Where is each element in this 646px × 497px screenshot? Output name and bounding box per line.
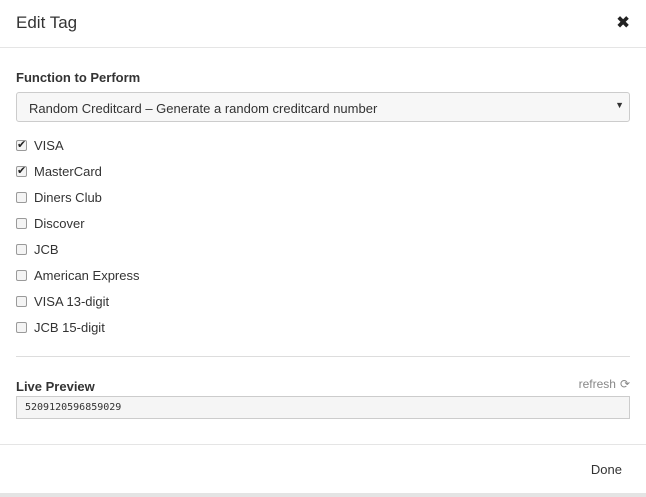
function-select-value: Random Creditcard – Generate a random cr…: [29, 101, 378, 116]
card-option-label: JCB: [34, 242, 59, 257]
divider: [16, 356, 630, 357]
check-icon: ✔: [17, 139, 27, 151]
diners-club-checkbox[interactable]: [16, 192, 27, 203]
edit-tag-modal: Edit Tag ✖ Function to Perform Random Cr…: [0, 0, 646, 493]
refresh-button[interactable]: refresh ⟳: [579, 377, 630, 391]
american-express-checkbox[interactable]: [16, 270, 27, 281]
card-option-label: JCB 15-digit: [34, 320, 105, 335]
jcb-checkbox[interactable]: [16, 244, 27, 255]
card-option-label: American Express: [34, 268, 140, 283]
live-preview-value: 5209120596859029: [25, 402, 122, 413]
close-icon[interactable]: ✖: [616, 13, 630, 33]
function-select[interactable]: Random Creditcard – Generate a random cr…: [16, 92, 630, 122]
check-icon: ✔: [17, 165, 27, 177]
caret-down-icon: ▼: [615, 100, 624, 110]
modal-header: Edit Tag ✖: [0, 0, 646, 48]
visa-13-digit-checkbox[interactable]: [16, 296, 27, 307]
card-option-label: MasterCard: [34, 164, 102, 179]
discover-checkbox[interactable]: [16, 218, 27, 229]
modal-footer: Done: [0, 444, 646, 494]
card-option-label: Discover: [34, 216, 85, 231]
modal-bottom-edge: [0, 493, 646, 497]
mastercard-checkbox[interactable]: ✔: [16, 165, 27, 177]
jcb-15-digit-checkbox[interactable]: [16, 322, 27, 333]
modal-title: Edit Tag: [16, 13, 78, 32]
done-button[interactable]: Done: [591, 462, 622, 477]
card-option-label: VISA: [34, 138, 64, 153]
refresh-label: refresh: [578, 377, 616, 391]
refresh-icon: ⟳: [619, 377, 630, 391]
function-label: Function to Perform: [16, 70, 141, 85]
card-option-label: Diners Club: [34, 190, 102, 205]
visa-checkbox[interactable]: ✔: [16, 139, 27, 151]
live-preview-box: 5209120596859029: [16, 396, 630, 419]
live-preview-label: Live Preview: [16, 379, 95, 394]
card-option-label: VISA 13-digit: [34, 294, 110, 309]
